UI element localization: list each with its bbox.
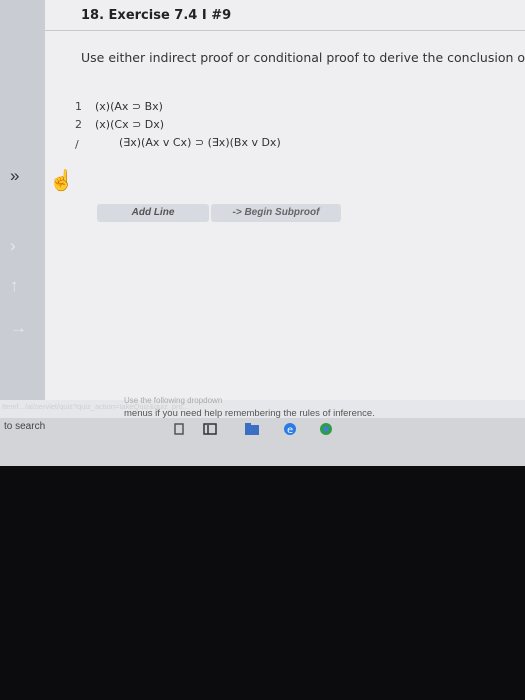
right-arrow-icon[interactable]: →	[10, 318, 27, 338]
proof-area: 1 (x)(Ax ⊃ Bx) 2 (x)(Cx ⊃ Dx) / (∃x)(Ax …	[75, 88, 515, 168]
taskbar: to search e	[0, 418, 525, 466]
app-grid-icon[interactable]	[202, 422, 218, 436]
line-number: 1	[75, 100, 82, 113]
premise-2[interactable]: (x)(Cx ⊃ Dx)	[95, 118, 164, 131]
svg-text:e: e	[287, 425, 293, 436]
status-url: ttemf.../al/servlet/quiz?quiz_action=tak…	[2, 402, 189, 411]
page-title: 18. Exercise 7.4 I #9	[81, 8, 232, 23]
begin-subproof-button[interactable]: -> Begin Subproof	[211, 204, 341, 222]
edge-browser-icon[interactable]: e	[282, 422, 298, 436]
conclusion: (∃x)(Ax v Cx) ⊃ (∃x)(Bx v Dx)	[119, 136, 281, 149]
double-chevron-right-icon[interactable]: »	[10, 166, 19, 186]
hand-cursor-icon: ☝	[49, 170, 74, 192]
add-line-button[interactable]: Add Line	[97, 204, 209, 222]
task-view-icon[interactable]	[172, 422, 188, 436]
taskbar-search[interactable]: to search	[4, 421, 45, 432]
browser-screen: » › ↑ → 18. Exercise 7.4 I #9 Use either…	[0, 0, 525, 466]
divider	[45, 30, 525, 31]
quiz-page: 18. Exercise 7.4 I #9 Use either indirec…	[45, 0, 525, 400]
chevron-right-icon[interactable]: ›	[10, 236, 16, 256]
chrome-icon[interactable]	[318, 422, 334, 436]
premise-1[interactable]: (x)(Ax ⊃ Bx)	[95, 100, 163, 113]
folder-icon[interactable]	[244, 422, 260, 436]
up-arrow-icon[interactable]: ↑	[10, 276, 19, 296]
left-sidebar: » › ↑ →	[0, 0, 45, 400]
instructions: Use either indirect proof or conditional…	[81, 50, 525, 65]
conclusion-mark: /	[75, 138, 79, 151]
line-number: 2	[75, 118, 82, 131]
